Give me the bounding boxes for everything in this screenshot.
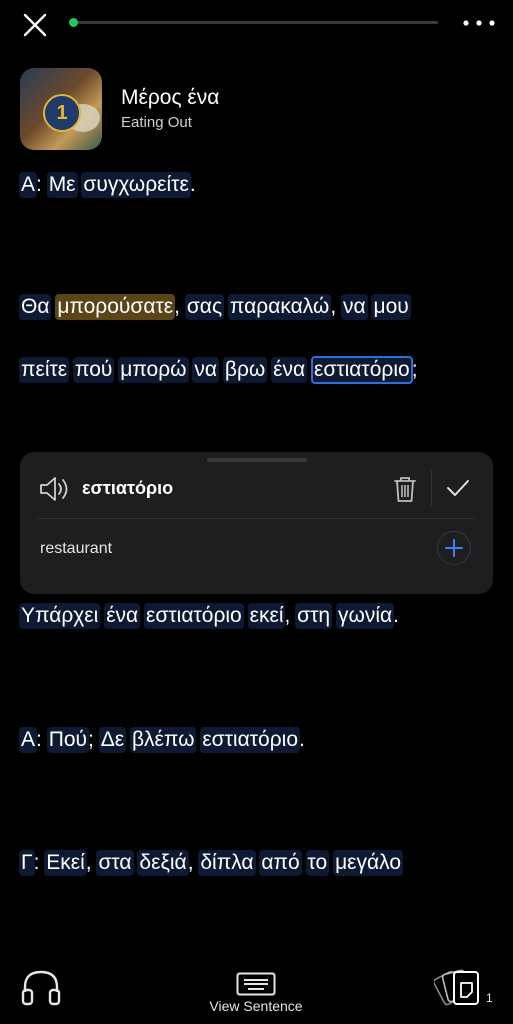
- word-definition-popup: εστιατόριο restaurant: [20, 452, 493, 594]
- word[interactable]: δεξιά: [137, 850, 189, 876]
- check-icon[interactable]: [445, 476, 471, 500]
- word[interactable]: Α: [19, 727, 38, 753]
- word[interactable]: μπορώ: [118, 357, 189, 383]
- popup-divider: [431, 470, 432, 506]
- word[interactable]: μεγάλο: [333, 850, 404, 876]
- word[interactable]: βλέπω: [129, 727, 197, 753]
- plus-icon[interactable]: [437, 531, 471, 565]
- word[interactable]: Εκεί: [44, 850, 87, 876]
- lesson-header: 1 Μέρος ένα Eating Out: [20, 68, 490, 150]
- word[interactable]: Με: [46, 172, 78, 198]
- punctuation: :: [36, 728, 48, 751]
- lesson-subtitle: Eating Out: [121, 114, 192, 131]
- word[interactable]: σας: [184, 294, 225, 320]
- word[interactable]: να: [340, 294, 368, 320]
- flashcard-count: 1: [486, 991, 493, 1005]
- word[interactable]: ένα: [271, 357, 308, 383]
- lesson-number-badge: 1: [43, 94, 81, 132]
- known-word[interactable]: μπορούσατε: [55, 294, 176, 320]
- bottom-toolbar: View Sentence 1: [0, 960, 513, 1024]
- progress-knob: [69, 18, 78, 27]
- text-line-4: Υπάρχει ένα εστιατόριο εκεί, στη γωνία.: [19, 603, 399, 629]
- word[interactable]: Γ: [19, 850, 35, 876]
- punctuation: ;: [411, 358, 418, 381]
- word[interactable]: μου: [371, 294, 411, 320]
- view-sentence-button[interactable]: View Sentence: [196, 972, 316, 1022]
- word[interactable]: το: [305, 850, 330, 876]
- word[interactable]: στη: [295, 603, 333, 629]
- punctuation: .: [299, 728, 305, 751]
- keyboard-icon: [236, 972, 276, 996]
- punctuation: ;: [88, 728, 100, 751]
- lesson-thumbnail: 1: [20, 68, 102, 150]
- word[interactable]: να: [192, 357, 220, 383]
- word[interactable]: δίπλα: [198, 850, 256, 876]
- text-line-3: πείτε πού μπορώ να βρω ένα εστιατόριο;: [19, 356, 418, 384]
- flashcards-icon[interactable]: [434, 966, 482, 1010]
- punctuation: .: [393, 604, 399, 627]
- selected-word[interactable]: εστιατόριο: [311, 356, 413, 384]
- word[interactable]: πού: [73, 357, 115, 383]
- word[interactable]: στα: [96, 850, 134, 876]
- trash-icon[interactable]: [393, 475, 417, 503]
- text-line-2: Θα μπορούσατε, σας παρακαλώ, να μου: [19, 294, 411, 320]
- punctuation: .: [189, 173, 196, 196]
- punctuation: :: [36, 173, 48, 196]
- view-sentence-label: View Sentence: [209, 998, 303, 1014]
- word[interactable]: πείτε: [19, 357, 70, 383]
- word[interactable]: Α: [19, 172, 38, 198]
- word[interactable]: συγχωρείτε: [81, 172, 191, 198]
- popup-drag-handle[interactable]: [207, 458, 307, 462]
- word[interactable]: βρω: [222, 357, 268, 383]
- word[interactable]: Υπάρχει: [19, 603, 101, 629]
- speaker-icon[interactable]: [38, 474, 72, 504]
- word[interactable]: παρακαλώ: [227, 294, 332, 320]
- word[interactable]: εστιατόριο: [144, 603, 244, 629]
- word[interactable]: Θα: [19, 294, 52, 320]
- close-icon[interactable]: [22, 12, 48, 38]
- lesson-title: Μέρος ένα: [121, 86, 220, 109]
- word[interactable]: ένα: [104, 603, 141, 629]
- word[interactable]: Πού: [46, 727, 90, 753]
- more-dots-icon[interactable]: [462, 16, 496, 30]
- top-bar: [0, 0, 513, 50]
- headphones-icon[interactable]: [20, 966, 62, 1008]
- translation-text[interactable]: restaurant: [40, 540, 112, 558]
- lesson-progress-bar: [69, 18, 438, 27]
- word[interactable]: Δε: [98, 727, 127, 753]
- text-line-1: Α: Με συγχωρείτε.: [19, 172, 196, 198]
- word[interactable]: εκεί: [247, 603, 286, 629]
- popup-separator: [38, 518, 475, 519]
- word[interactable]: γωνία: [335, 603, 395, 629]
- word[interactable]: εστιατόριο: [200, 727, 301, 753]
- text-line-6: Γ: Εκεί, στα δεξιά, δίπλα από το μεγάλο: [19, 850, 404, 876]
- popup-word: εστιατόριο: [82, 478, 174, 498]
- word[interactable]: από: [259, 850, 302, 876]
- text-line-5: Α: Πού; Δε βλέπω εστιατόριο.: [19, 727, 305, 753]
